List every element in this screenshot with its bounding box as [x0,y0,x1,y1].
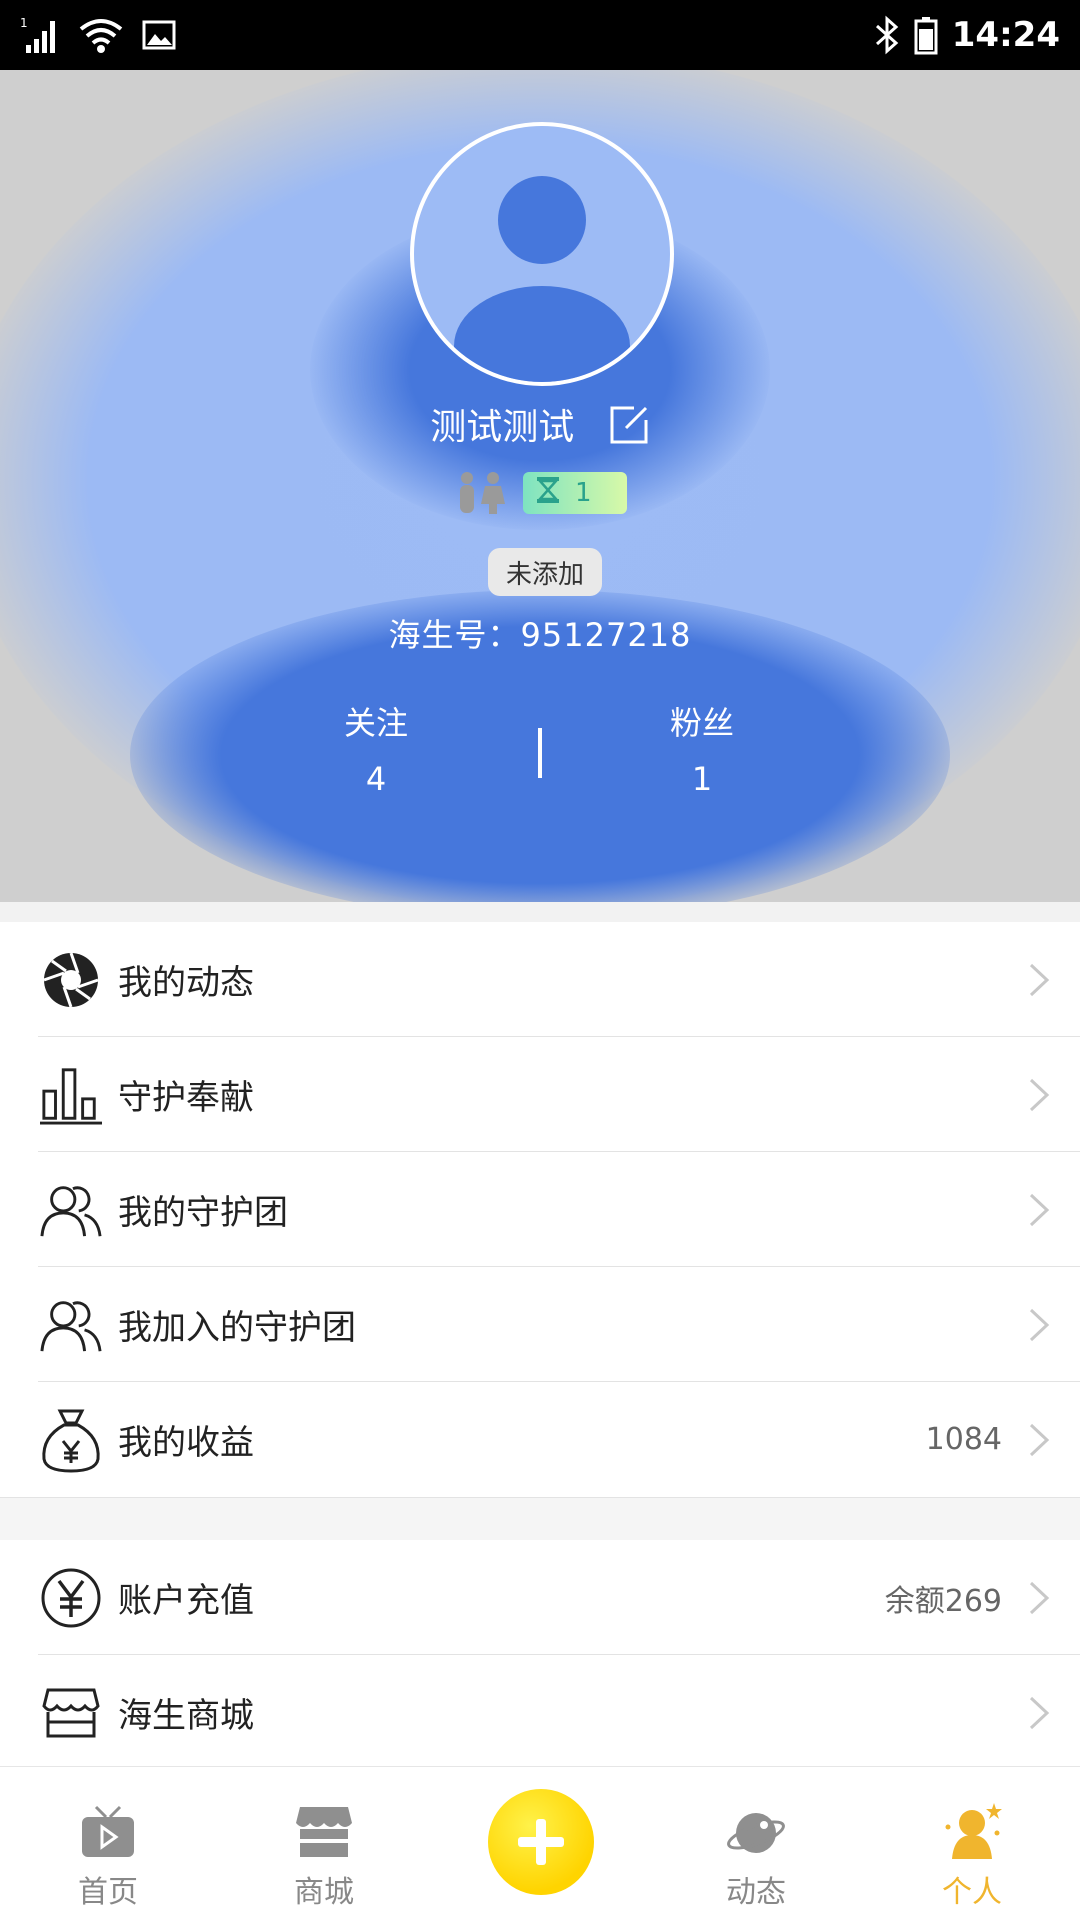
planet-icon [727,1813,785,1853]
store-icon [40,1682,102,1744]
nav-label: 商城 [294,1875,354,1910]
nav-label: 动态 [726,1875,786,1910]
tv-play-icon [82,1805,134,1857]
menu-label: 守护奉献 [118,1078,254,1118]
menu-item-joined-guard-group[interactable]: 我加入的守护团 [0,1267,1080,1382]
bluetooth-icon [874,15,900,55]
chevron-right-icon [1029,1193,1050,1226]
avatar-body-shape [454,286,630,382]
group-icon [40,1294,102,1356]
nav-label: 个人 [942,1875,1002,1910]
person-star-icon [945,1803,1002,1859]
edit-icon[interactable] [608,404,650,455]
menu-label: 我的收益 [118,1423,254,1463]
balance-value: 余额269 [884,1583,1002,1619]
menu-group-1: 我的动态 守护奉献 我的守护团 我加入的守护团 我的收益 1084 [0,922,1080,1497]
aperture-icon [40,949,102,1011]
follow-label: 关注 [343,704,408,742]
hourglass-icon [535,475,561,512]
chevron-right-icon [1029,1078,1050,1111]
avatar-head-shape [498,176,586,264]
level-badge: 1 [523,472,627,514]
nav-shop[interactable]: 商城 [216,1767,432,1921]
chevron-right-icon [1029,963,1050,996]
menu-item-my-guard-group[interactable]: 我的守护团 [0,1152,1080,1267]
earnings-value: 1084 [925,1422,1002,1457]
avatar[interactable] [410,122,674,386]
yuan-coin-icon [40,1567,102,1629]
menu-label: 账户充值 [118,1581,254,1621]
group-icon [40,1179,102,1241]
nav-profile[interactable]: 个人 [864,1767,1080,1921]
menu-item-store[interactable]: 海生商城 [0,1655,1080,1770]
image-icon [142,20,176,50]
section-divider [0,1497,1080,1541]
username: 测试测试 [430,407,575,448]
menu-item-guard-contribution[interactable]: 守护奉献 [0,1037,1080,1152]
menu-item-my-earnings[interactable]: 我的收益 1084 [0,1382,1080,1497]
follow-stat[interactable]: 关注 4 [276,698,476,798]
bottom-nav: 首页 商城 动态 个人 [0,1766,1080,1921]
username-row: 测试测试 [0,398,1080,455]
badge-row: 1 [0,470,1080,516]
tag-badge[interactable]: 未添加 [488,548,602,596]
clock: 14:24 [951,15,1060,55]
menu-group-2: 账户充值 余额269 海生商城 [0,1540,1080,1770]
nav-label: 首页 [78,1875,138,1910]
bar-chart-icon [40,1064,102,1126]
battery-icon [914,15,938,55]
follow-count: 4 [365,760,387,798]
gender-icon [453,470,509,516]
menu-label: 我的守护团 [118,1193,288,1233]
menu-item-recharge[interactable]: 账户充值 余额269 [0,1540,1080,1655]
fans-count: 1 [691,760,713,798]
status-bar: 1 14:24 [0,0,1080,70]
menu-label: 我的动态 [118,963,254,1003]
money-bag-icon [40,1409,102,1473]
profile-header: 测试测试 1 未添加 海生号：95127218 关注 4 粉丝 1 [0,70,1080,902]
chevron-right-icon [1029,1696,1050,1729]
plus-icon [518,1819,564,1865]
user-id: 海生号：95127218 [388,616,692,654]
chevron-right-icon [1029,1423,1050,1456]
level-value: 1 [575,478,592,508]
nav-feed[interactable]: 动态 [648,1767,864,1921]
add-button[interactable] [488,1789,594,1895]
menu-item-my-posts[interactable]: 我的动态 [0,922,1080,1037]
chevron-right-icon [1029,1308,1050,1341]
signal-label: 1 [20,16,28,30]
nav-home[interactable]: 首页 [0,1767,216,1921]
signal-icon: 1 [20,15,60,55]
section-divider [0,902,1080,922]
chevron-right-icon [1029,1581,1050,1614]
fans-stat[interactable]: 粉丝 1 [602,698,802,798]
menu-label: 海生商城 [118,1696,254,1736]
wifi-icon [78,15,124,55]
menu-label: 我加入的守护团 [118,1308,356,1348]
fans-label: 粉丝 [669,704,734,742]
stats-divider [538,728,542,778]
shop-icon [296,1807,352,1857]
